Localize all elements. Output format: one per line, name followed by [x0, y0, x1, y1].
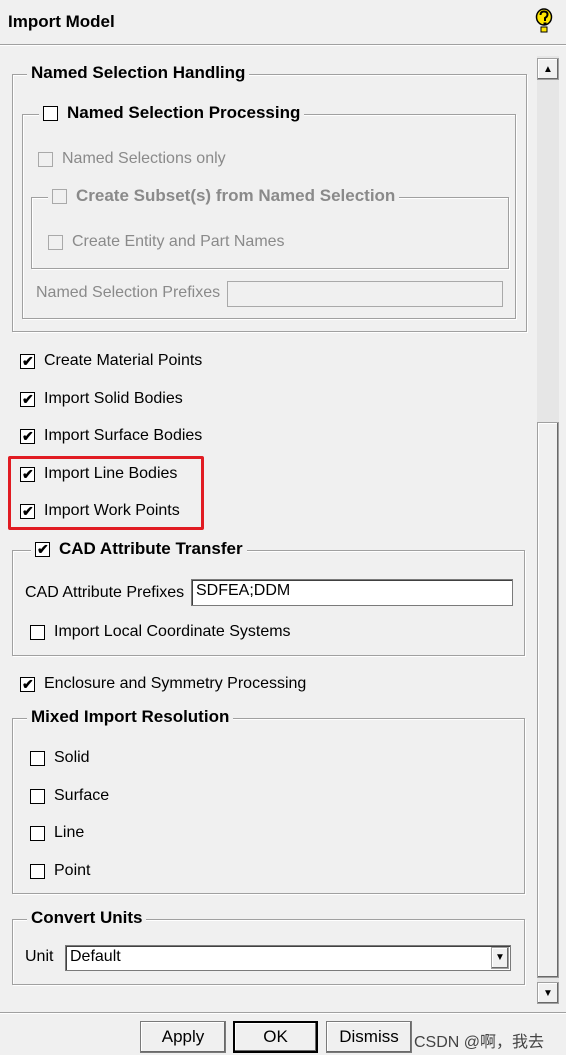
named-selection-processing-group: Named Selection Processing Named Selecti… — [22, 103, 516, 319]
scroll-down-icon[interactable]: ▼ — [537, 982, 559, 1004]
enclosure-symmetry-label: Enclosure and Symmetry Processing — [44, 675, 307, 692]
unit-label: Unit — [25, 948, 54, 965]
mixed-solid-checkbox[interactable] — [30, 750, 45, 766]
watermark-text: CSDN @啊，我去 — [414, 1034, 545, 1051]
mixed-point-checkbox[interactable] — [30, 863, 45, 879]
mixed-line-option[interactable]: Line — [30, 824, 84, 842]
named-selections-only-label: Named Selections only — [62, 150, 226, 167]
mixed-surface-option[interactable]: Surface — [30, 787, 109, 805]
named-selection-prefixes-input[interactable] — [227, 281, 503, 307]
named-selection-processing-checkbox[interactable] — [43, 105, 58, 121]
unit-select-value: Default — [70, 948, 121, 965]
mixed-solid-label: Solid — [54, 749, 90, 766]
cad-attribute-legend: CAD Attribute Transfer — [59, 539, 243, 558]
mixed-point-label: Point — [54, 862, 91, 879]
unit-select[interactable]: Default ▼ — [65, 945, 511, 971]
cad-prefixes-label-row: CAD Attribute Prefixes — [25, 584, 184, 602]
create-material-points-option[interactable]: ✔ Create Material Points — [20, 352, 202, 370]
named-selection-group: Named Selection Handling Named Selection… — [12, 63, 527, 332]
mixed-point-option[interactable]: Point — [30, 862, 90, 880]
import-solid-bodies-label: Import Solid Bodies — [44, 390, 183, 407]
create-subset-checkbox[interactable] — [52, 188, 67, 204]
named-selections-only-option[interactable]: Named Selections only — [38, 150, 226, 168]
dropdown-arrow-icon[interactable]: ▼ — [491, 947, 509, 969]
convert-units-group: Convert Units Unit Default ▼ — [12, 908, 525, 985]
cad-attribute-group: ✔ CAD Attribute Transfer CAD Attribute P… — [12, 539, 525, 656]
enclosure-symmetry-checkbox[interactable]: ✔ — [20, 676, 35, 692]
title-separator — [0, 44, 566, 46]
create-material-points-label: Create Material Points — [44, 352, 203, 369]
mixed-surface-label: Surface — [54, 787, 110, 804]
named-selection-prefixes-label: Named Selection Prefixes — [36, 284, 221, 301]
import-local-coords-label: Import Local Coordinate Systems — [54, 623, 291, 640]
dismiss-button[interactable]: Dismiss — [326, 1021, 412, 1053]
create-entity-names-option[interactable]: Create Entity and Part Names — [48, 233, 285, 251]
mixed-surface-checkbox[interactable] — [30, 788, 45, 804]
import-surface-bodies-label: Import Surface Bodies — [44, 427, 203, 444]
convert-units-legend: Convert Units — [27, 908, 147, 928]
scroll-thumb[interactable] — [537, 422, 559, 978]
ok-button[interactable]: OK — [233, 1021, 318, 1053]
named-selection-legend: Named Selection Handling — [27, 63, 250, 83]
create-subset-group: Create Subset(s) from Named Selection Cr… — [31, 186, 509, 269]
vertical-scrollbar[interactable]: ▲ ▼ — [537, 56, 559, 1004]
cad-prefixes-input[interactable]: SDFEA;DDM — [191, 579, 513, 606]
import-surface-bodies-checkbox[interactable]: ✔ — [20, 428, 35, 444]
create-subset-label: Create Subset(s) from Named Selection — [76, 186, 396, 205]
title-bar: Import Model — [0, 0, 566, 44]
import-surface-bodies-option[interactable]: ✔ Import Surface Bodies — [20, 427, 202, 445]
named-selection-processing-toggle[interactable]: Named Selection Processing — [39, 103, 305, 123]
create-entity-names-checkbox[interactable] — [48, 234, 63, 250]
import-local-coords-option[interactable]: Import Local Coordinate Systems — [30, 623, 291, 641]
import-solid-bodies-option[interactable]: ✔ Import Solid Bodies — [20, 390, 183, 408]
mixed-solid-option[interactable]: Solid — [30, 749, 90, 767]
import-local-coords-checkbox[interactable] — [30, 624, 45, 640]
create-subset-toggle[interactable]: Create Subset(s) from Named Selection — [48, 186, 400, 206]
scroll-up-icon[interactable]: ▲ — [537, 58, 559, 80]
highlight-box — [8, 456, 204, 530]
named-selections-only-checkbox[interactable] — [38, 151, 53, 167]
named-selection-prefixes-label-row: Named Selection Prefixes — [36, 284, 220, 302]
named-selection-processing-label: Named Selection Processing — [67, 103, 301, 122]
cad-attribute-checkbox[interactable]: ✔ — [35, 541, 50, 557]
mixed-line-checkbox[interactable] — [30, 825, 45, 841]
import-solid-bodies-checkbox[interactable]: ✔ — [20, 391, 35, 407]
window-title: Import Model — [8, 12, 115, 31]
unit-label-row: Unit — [25, 948, 53, 966]
cad-prefixes-label: CAD Attribute Prefixes — [25, 584, 185, 601]
create-material-points-checkbox[interactable]: ✔ — [20, 353, 35, 369]
create-entity-names-label: Create Entity and Part Names — [72, 233, 285, 250]
mixed-line-label: Line — [54, 824, 85, 841]
button-separator — [0, 1012, 566, 1014]
enclosure-symmetry-option[interactable]: ✔ Enclosure and Symmetry Processing — [20, 675, 306, 693]
apply-button[interactable]: Apply — [140, 1021, 226, 1053]
cad-attribute-toggle[interactable]: ✔ CAD Attribute Transfer — [31, 539, 247, 559]
mixed-import-legend: Mixed Import Resolution — [27, 707, 234, 727]
mixed-import-group: Mixed Import Resolution Solid Surface Li… — [12, 707, 525, 894]
help-question-icon[interactable] — [535, 8, 553, 34]
